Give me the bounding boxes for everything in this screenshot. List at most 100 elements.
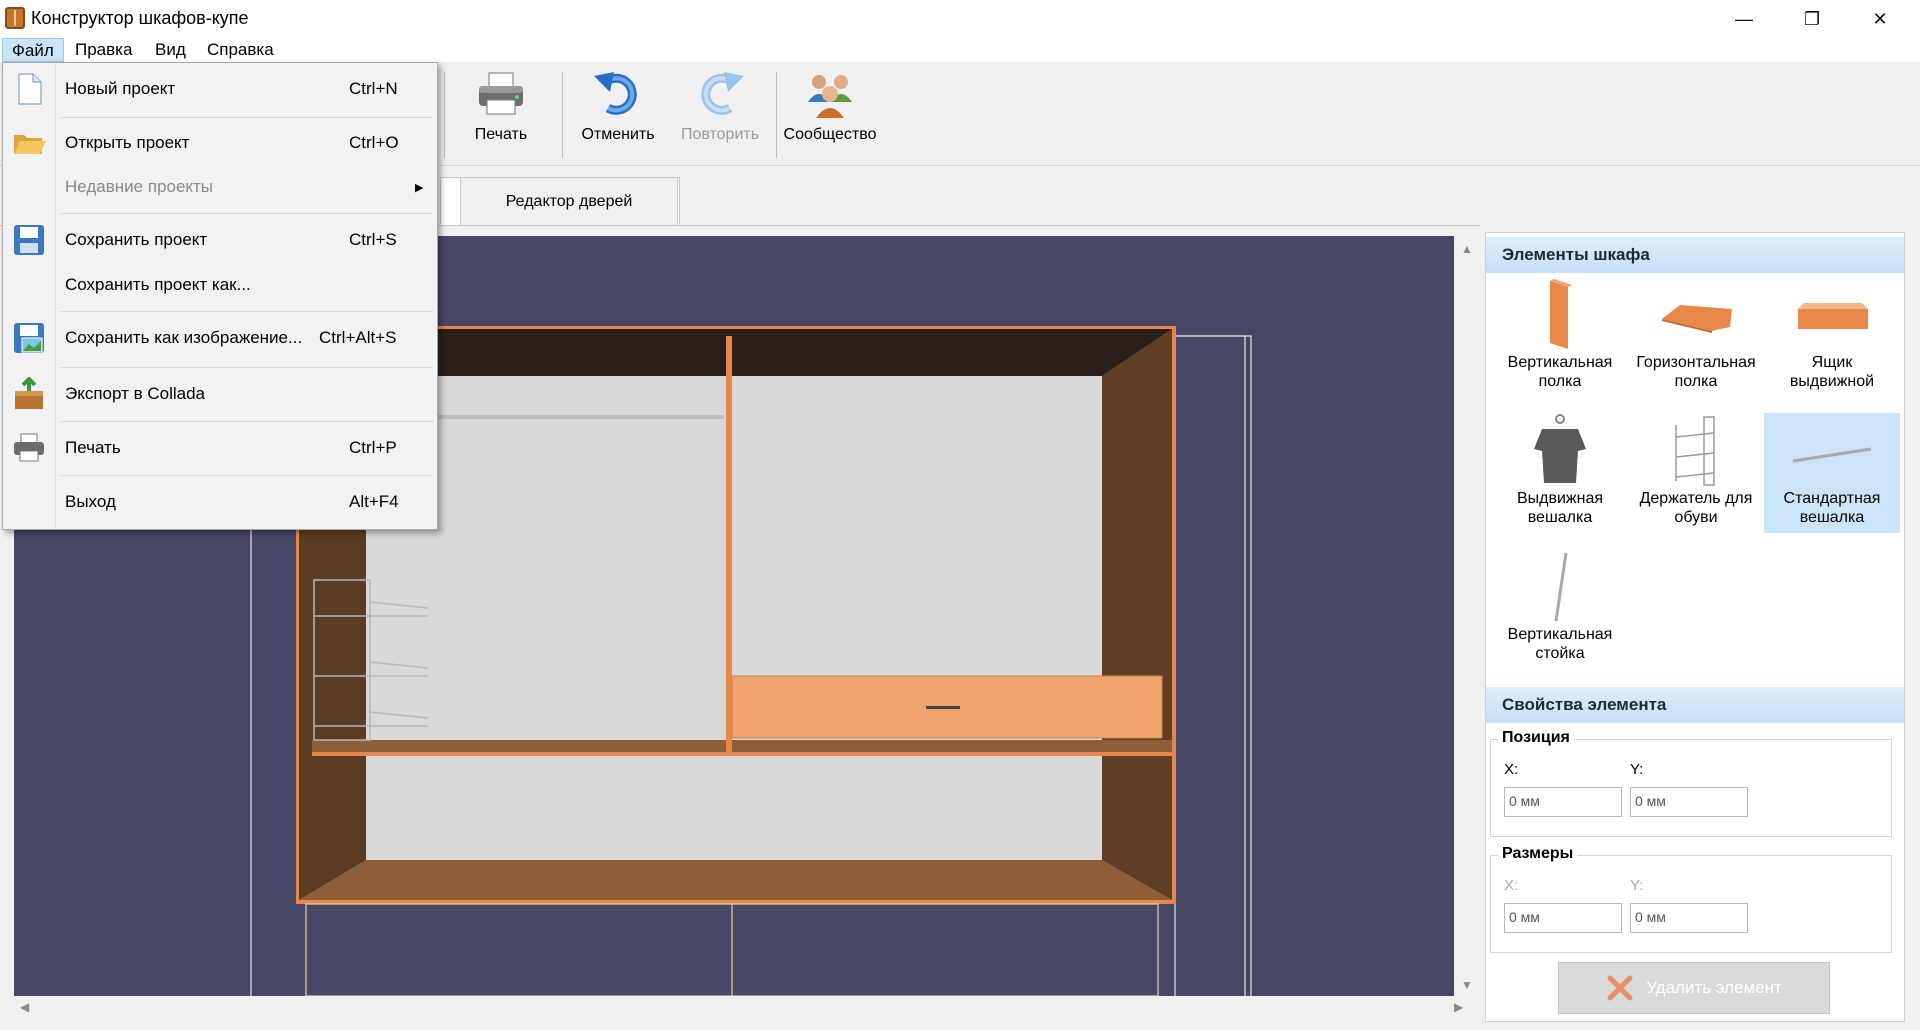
menu-bar <box>0 38 1920 62</box>
folder-open-icon <box>11 125 47 161</box>
element-label: Ящик <box>1811 354 1853 371</box>
menu-edit[interactable]: Правка <box>66 38 141 62</box>
community-icon <box>804 68 856 120</box>
size-y-label: Y: <box>1630 877 1644 894</box>
delete-element-label: Удалить элемент <box>1646 978 1782 997</box>
element-label: Вертикальная <box>1507 354 1613 371</box>
element-label: стойка <box>1535 645 1585 662</box>
viewport-vertical-scrollbar[interactable]: ▲ ▼ <box>1457 236 1475 996</box>
element-label: Вертикальная <box>1507 626 1613 643</box>
element-vertical-shelf[interactable]: Вертикальная полка <box>1492 277 1628 397</box>
community-button[interactable]: Сообщество <box>782 68 878 160</box>
menu-separator <box>61 475 433 476</box>
toolbar-separator <box>562 72 563 158</box>
menu-item-exit[interactable]: Выход Alt+F4 <box>3 481 435 523</box>
redo-button[interactable]: Повторить <box>676 68 764 160</box>
menu-item-label: Сохранить проект как... <box>65 275 251 294</box>
size-y-field[interactable]: 0 мм <box>1630 903 1748 933</box>
printer-icon <box>475 68 527 120</box>
menu-item-label: Сохранить как изображение... <box>65 328 303 347</box>
size-x-label: X: <box>1504 877 1519 894</box>
tab-door-editor[interactable]: Редактор дверей <box>460 177 678 225</box>
element-label: вешалка <box>1527 509 1593 526</box>
menu-item-shortcut: Alt+F4 <box>349 492 399 511</box>
printer-icon <box>11 430 47 466</box>
menu-separator <box>61 421 433 422</box>
element-label: полка <box>1674 373 1718 390</box>
menu-item-label: Открыть проект <box>65 133 190 152</box>
new-document-icon <box>11 71 47 107</box>
sizes-group-title: Размеры <box>1498 845 1578 863</box>
undo-button[interactable]: Отменить <box>576 68 660 160</box>
vertical-shelf-icon <box>1505 277 1615 353</box>
delete-element-button[interactable]: Удалить элемент <box>1558 962 1830 1014</box>
menu-separator <box>61 213 433 214</box>
menu-item-label: Новый проект <box>65 79 176 98</box>
position-group-title: Позиция <box>1498 729 1574 747</box>
position-x-field[interactable]: 0 мм <box>1504 787 1622 817</box>
element-label: Выдвижная <box>1516 490 1604 507</box>
menu-separator <box>61 311 433 312</box>
close-button[interactable]: ✕ <box>1846 0 1914 38</box>
size-x-field[interactable]: 0 мм <box>1504 903 1622 933</box>
menu-item-save-project[interactable]: Сохранить проект Ctrl+S <box>3 219 435 261</box>
element-vertical-post[interactable]: Вертикальная стойка <box>1492 549 1628 669</box>
menu-item-shortcut: Ctrl+N <box>349 79 398 98</box>
menu-view[interactable]: Вид <box>146 38 195 62</box>
vertical-post-icon <box>1505 549 1615 625</box>
element-label: выдвижной <box>1789 373 1875 390</box>
save-image-icon <box>11 320 47 356</box>
menu-item-open-project[interactable]: Открыть проект Ctrl+O <box>3 123 435 163</box>
element-pullout-hanger[interactable]: Выдвижная вешалка <box>1492 413 1628 533</box>
app-icon <box>5 7 25 29</box>
menu-item-label: Сохранить проект <box>65 230 208 249</box>
element-label: Стандартная <box>1783 490 1881 507</box>
toolbar-separator <box>444 72 445 158</box>
element-shoe-holder[interactable]: Держатель для обуви <box>1628 413 1764 533</box>
menu-item-label: Печать <box>65 438 121 457</box>
menu-help[interactable]: Справка <box>198 38 283 62</box>
position-y-field[interactable]: 0 мм <box>1630 787 1748 817</box>
redo-button-label: Повторить <box>680 126 760 143</box>
properties-panel-header: Свойства элемента <box>1486 687 1904 723</box>
submenu-arrow-icon: ▶ <box>415 181 424 194</box>
menu-item-label: Выход <box>65 492 116 511</box>
element-label: Держатель для <box>1639 490 1753 507</box>
elements-panel-header: Элементы шкафа <box>1486 237 1904 273</box>
toolbar-separator <box>776 72 777 158</box>
file-menu-dropdown: Новый проект Ctrl+N Открыть проект Ctrl+… <box>2 62 438 530</box>
community-button-label: Сообщество <box>783 126 877 143</box>
menu-item-label: Экспорт в Collada <box>65 384 206 403</box>
menu-item-new-project[interactable]: Новый проект Ctrl+N <box>3 67 435 111</box>
element-label: полка <box>1538 373 1582 390</box>
menu-file[interactable]: Файл <box>2 38 64 62</box>
element-label: Горизонтальная <box>1636 354 1756 371</box>
element-drawer[interactable]: Ящик выдвижной <box>1764 277 1900 397</box>
window-title: Конструктор шкафов-купе <box>31 8 249 28</box>
element-horizontal-shelf[interactable]: Горизонтальная полка <box>1628 277 1764 397</box>
maximize-button[interactable]: ❐ <box>1778 0 1846 38</box>
element-label: обуви <box>1674 509 1718 526</box>
undo-button-label: Отменить <box>581 126 655 143</box>
menu-item-recent-projects[interactable]: Недавние проекты ▶ <box>3 167 435 207</box>
redo-icon <box>694 68 746 120</box>
menu-item-save-as-image[interactable]: Сохранить как изображение... Ctrl+Alt+S <box>3 317 435 359</box>
menu-item-print[interactable]: Печать Ctrl+P <box>3 427 435 469</box>
menu-item-shortcut: Ctrl+P <box>349 438 397 457</box>
undo-icon <box>592 68 644 120</box>
viewport-horizontal-scrollbar[interactable]: ◀ ▶ <box>14 998 1474 1016</box>
menu-item-shortcut: Ctrl+O <box>349 133 399 152</box>
delete-x-icon <box>1607 975 1633 1001</box>
menu-item-shortcut: Ctrl+Alt+S <box>319 328 397 347</box>
drawer-icon <box>1777 277 1887 353</box>
print-button-label: Печать <box>474 126 528 143</box>
minimize-button[interactable]: — <box>1710 0 1778 38</box>
horizontal-shelf-icon <box>1641 277 1751 353</box>
menu-item-label: Недавние проекты <box>65 177 214 196</box>
print-button[interactable]: Печать <box>470 68 532 160</box>
menu-item-export-collada[interactable]: Экспорт в Collada <box>3 373 435 415</box>
element-standard-hanger[interactable]: Стандартная вешалка <box>1764 413 1900 533</box>
menu-item-save-project-as[interactable]: Сохранить проект как... <box>3 265 435 305</box>
save-disk-icon <box>11 222 47 258</box>
hanger-rod-icon <box>1777 413 1887 489</box>
